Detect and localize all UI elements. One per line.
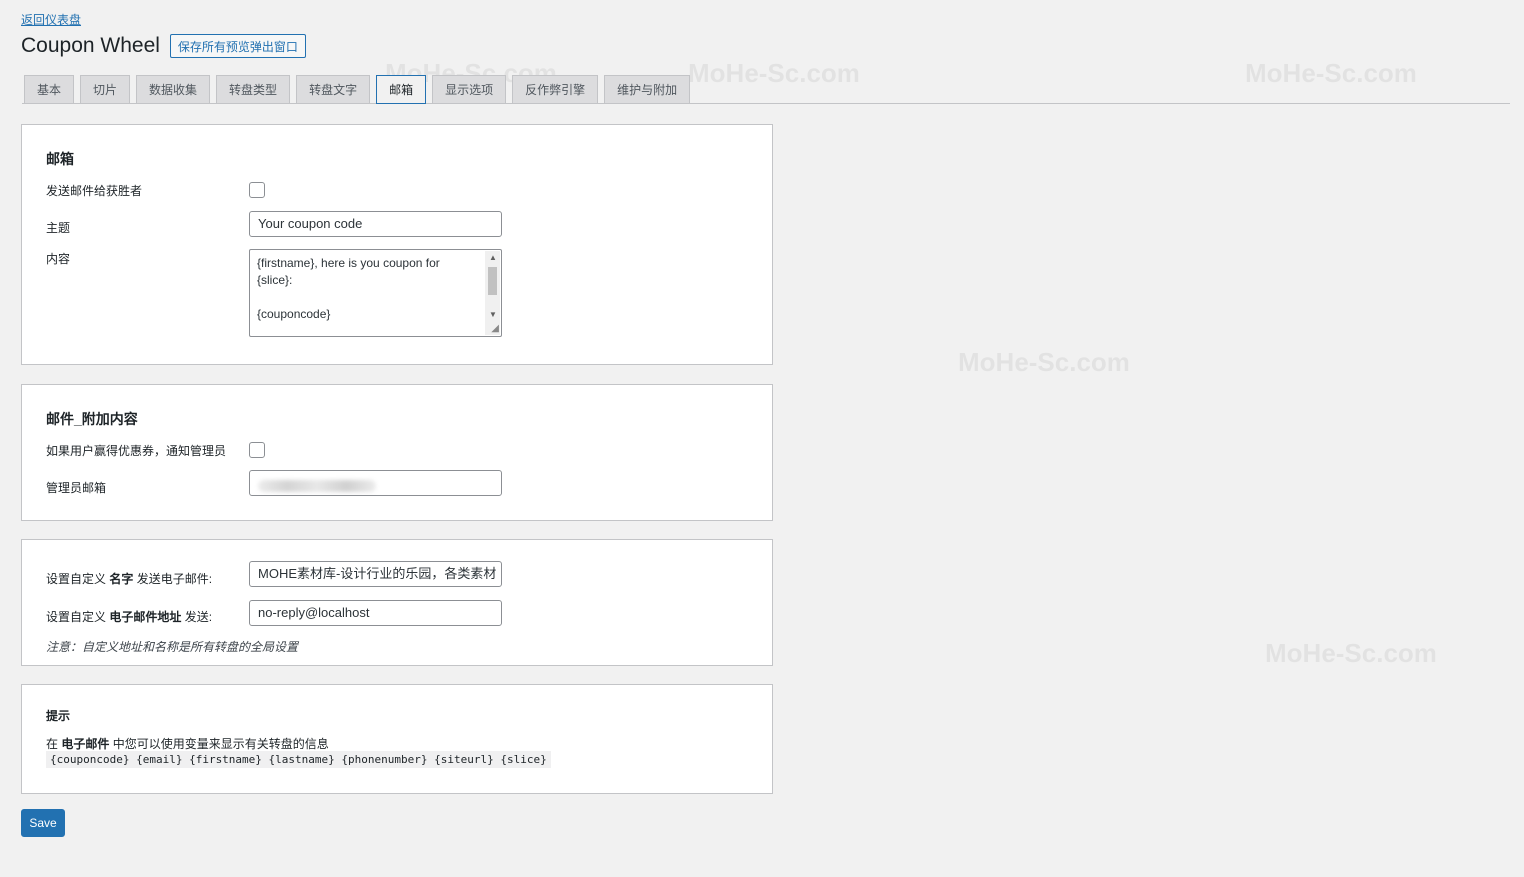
global-setting-note: 注意：自定义地址和名称是所有转盘的全局设置: [46, 640, 299, 654]
notify-admin-checkbox[interactable]: [249, 442, 265, 458]
scroll-down-arrow-icon[interactable]: ▼: [489, 310, 497, 319]
page-title: Coupon Wheel: [21, 34, 160, 57]
email-addon-heading: 邮件_附加内容: [46, 411, 138, 427]
tips-text: 在 电子邮件 中您可以使用变量来显示有关转盘的信息: [46, 737, 329, 751]
watermark: MoHe-Sc.com: [958, 347, 1130, 377]
tab-slices[interactable]: 切片: [80, 75, 131, 103]
tab-email[interactable]: 邮箱: [376, 75, 427, 104]
tab-basic[interactable]: 基本: [24, 75, 75, 103]
watermark: MoHe-Sc.com: [1265, 638, 1437, 668]
admin-email-input[interactable]: [249, 470, 502, 496]
sender-name-label: 设置自定义 名字 发送电子邮件:: [46, 572, 213, 586]
send-to-winner-label: 发送邮件给获胜者: [46, 184, 143, 198]
redacted-email: [258, 480, 376, 492]
sender-address-label: 设置自定义 电子邮件地址 发送:: [46, 610, 213, 624]
admin-email-label: 管理员邮箱: [46, 481, 107, 495]
resize-handle-icon[interactable]: ◢: [491, 324, 499, 334]
send-to-winner-checkbox[interactable]: [249, 182, 265, 198]
tab-wheel-text[interactable]: 转盘文字: [296, 75, 371, 103]
settings-tabs: 基本 切片 数据收集 转盘类型 转盘文字 邮箱 显示选项 反作弊引擎 维护与附加: [22, 75, 1510, 104]
email-heading: 邮箱: [46, 151, 74, 167]
content-label: 内容: [46, 252, 71, 266]
scroll-up-arrow-icon[interactable]: ▲: [489, 253, 497, 262]
tab-display-options[interactable]: 显示选项: [432, 75, 507, 103]
email-addon-panel: 邮件_附加内容 如果用户赢得优惠券，通知管理员 管理员邮箱: [21, 384, 773, 521]
sender-panel: 设置自定义 名字 发送电子邮件: MOHE素材库-设计行业的乐园，各类素材 设置…: [21, 539, 773, 666]
content-textarea-text: {firstname}, here is you coupon for {sli…: [257, 256, 440, 321]
subject-input[interactable]: Your coupon code: [249, 211, 502, 237]
tab-maintenance[interactable]: 维护与附加: [604, 75, 691, 103]
email-panel: 邮箱 发送邮件给获胜者 主题 Your coupon code 内容 {firs…: [21, 124, 773, 365]
notify-admin-label: 如果用户赢得优惠券，通知管理员: [46, 444, 227, 458]
scroll-thumb[interactable]: [488, 267, 497, 295]
tips-heading: 提示: [46, 709, 71, 723]
content-textarea[interactable]: {firstname}, here is you coupon for {sli…: [249, 249, 502, 337]
tab-wheel-type[interactable]: 转盘类型: [216, 75, 291, 103]
sender-name-input[interactable]: MOHE素材库-设计行业的乐园，各类素材: [249, 561, 502, 587]
title-row: Coupon Wheel 保存所有预览弹出窗口: [21, 34, 306, 58]
subject-label: 主题: [46, 221, 71, 235]
save-button[interactable]: Save: [21, 809, 65, 837]
sender-address-input[interactable]: no-reply@localhost: [249, 600, 502, 626]
back-to-dashboard-link[interactable]: 返回仪表盘: [21, 11, 81, 28]
save-all-preview-popups-button[interactable]: 保存所有预览弹出窗口: [169, 34, 306, 58]
variables-code: {couponcode} {email} {firstname} {lastna…: [46, 751, 551, 768]
tab-data-collection[interactable]: 数据收集: [136, 75, 211, 103]
tips-panel: 提示 在 电子邮件 中您可以使用变量来显示有关转盘的信息 {couponcode…: [21, 684, 773, 794]
tab-anti-cheat[interactable]: 反作弊引擎: [512, 75, 599, 103]
